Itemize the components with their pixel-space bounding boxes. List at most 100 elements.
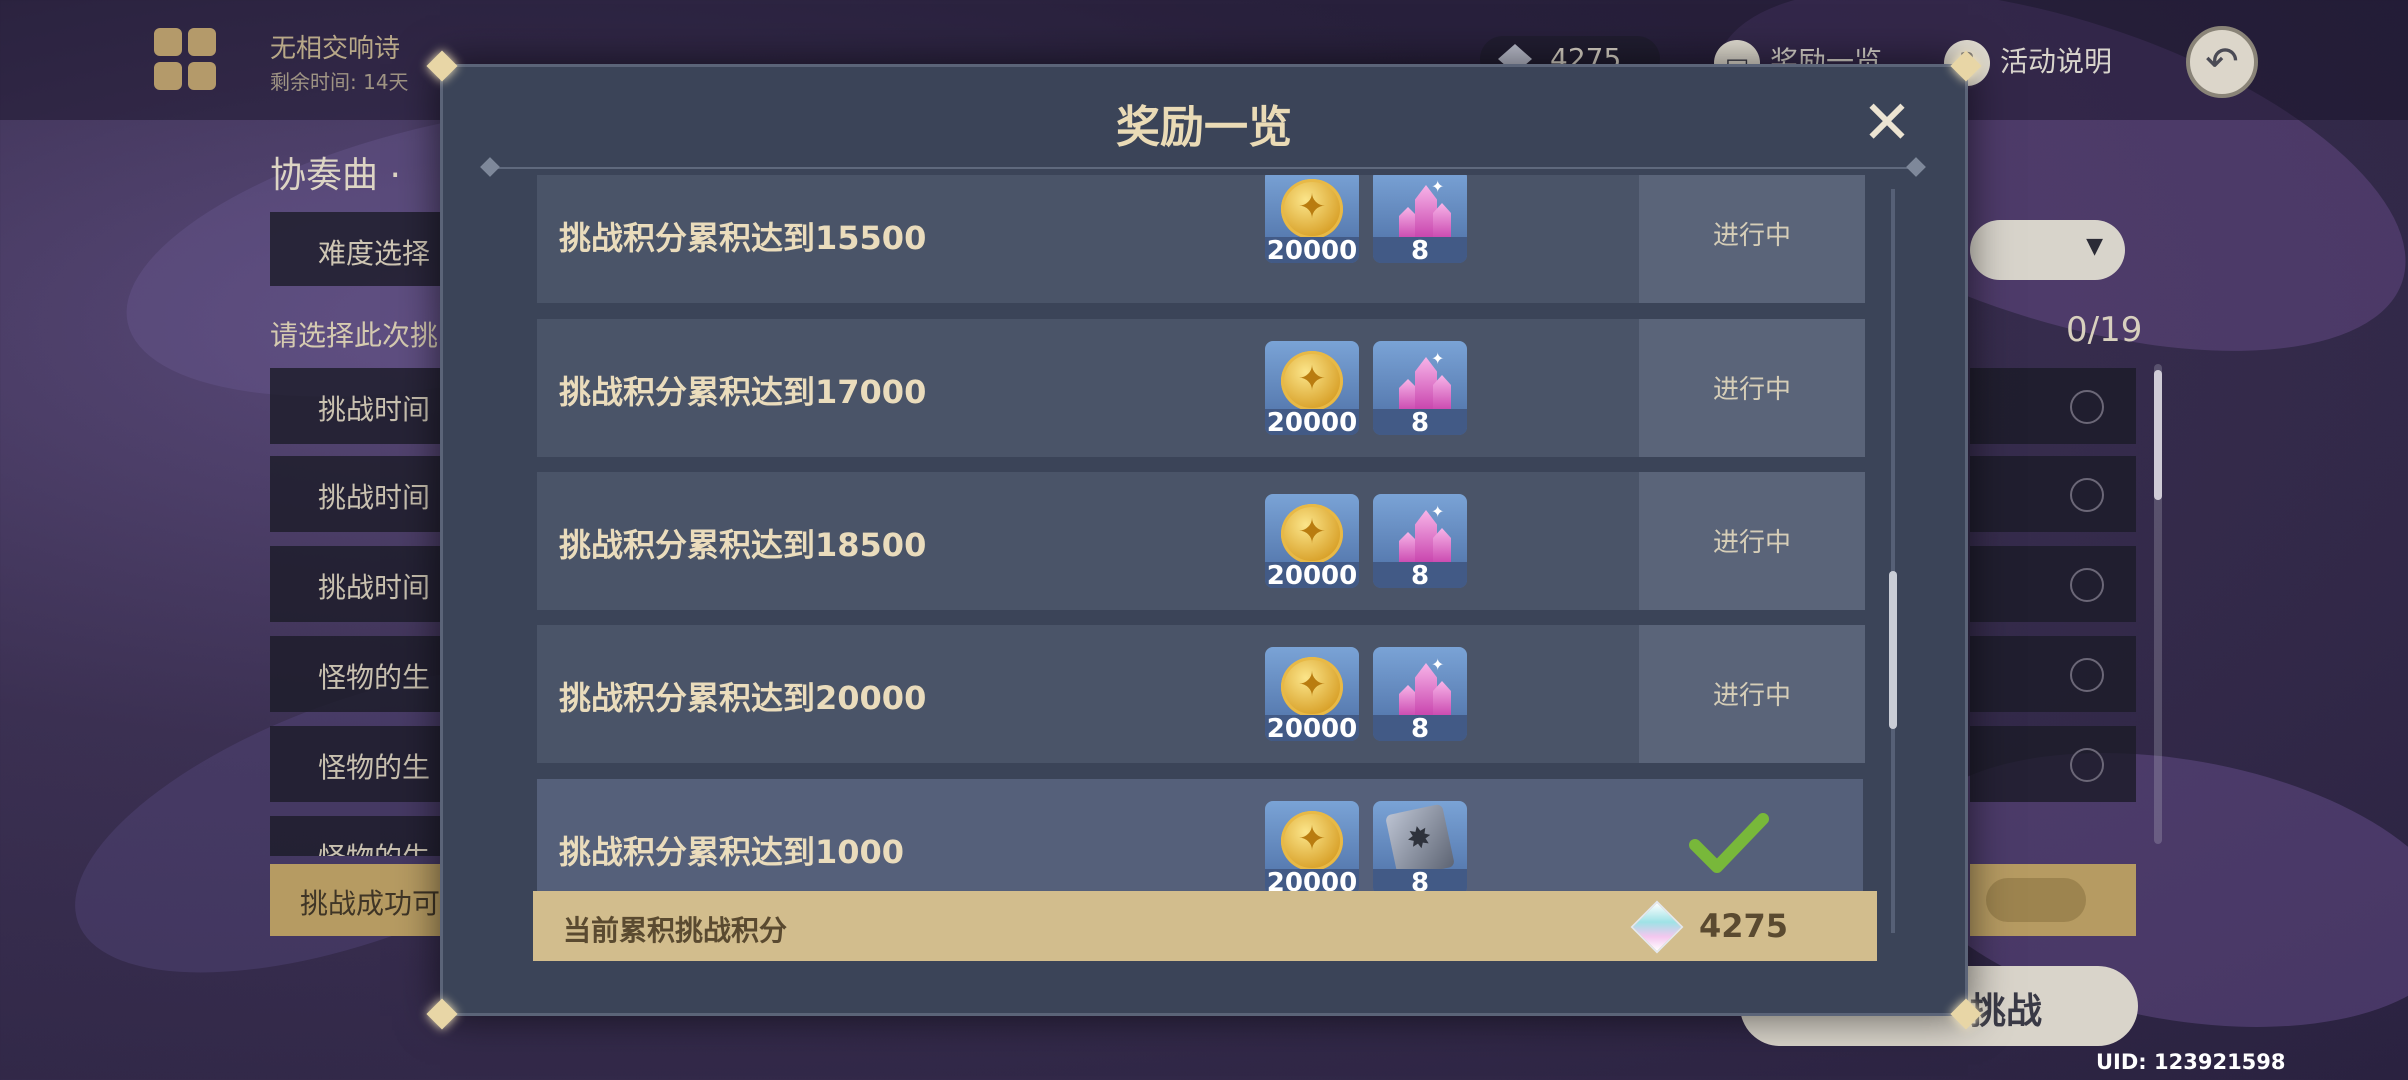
condition-toggle-row[interactable] — [1970, 456, 2136, 532]
conditions-scrollbar[interactable] — [2154, 364, 2162, 844]
reward-row: 挑战积分累积达到15500 20000 ✦ 8 进行中 — [537, 175, 1865, 303]
reward-item-crystal[interactable]: ✦ 8 — [1373, 341, 1467, 435]
stage-title: 协奏曲 · — [270, 155, 401, 196]
current-score-value: 4275 — [1699, 907, 1789, 945]
scrollbar-thumb[interactable] — [1889, 571, 1897, 729]
radio-icon — [2070, 390, 2104, 424]
event-remaining-time: 剩余时间: 14天 — [270, 70, 409, 94]
condition-row[interactable]: 挑战时间 — [270, 546, 450, 622]
corner-ornament — [1949, 997, 1983, 1031]
condition-row[interactable]: 挑战时间 — [270, 456, 450, 532]
status-text: 进行中 — [1712, 681, 1791, 711]
reward-requirement: 挑战积分累积达到1000 — [559, 833, 905, 871]
back-arrow-icon: ↶ — [2205, 39, 2239, 85]
reward-item-mora[interactable]: 20000 — [1265, 647, 1359, 741]
status-text: 进行中 — [1712, 221, 1791, 251]
reward-amount: 8 — [1373, 715, 1467, 741]
reward-requirement: 挑战积分累积达到15500 — [559, 219, 927, 257]
back-button[interactable]: ↶ — [2186, 26, 2258, 98]
reward-item-crystal[interactable]: ✦ 8 — [1373, 647, 1467, 741]
condition-label: 怪物的生 — [318, 836, 430, 856]
reward-item-mora[interactable]: 20000 — [1265, 494, 1359, 588]
radio-icon — [2070, 748, 2104, 782]
condition-toggle-row[interactable] — [1970, 368, 2136, 444]
success-progress — [1970, 864, 2136, 936]
success-label: 挑战成功可 — [300, 887, 441, 920]
reward-item-mora[interactable]: 20000 — [1265, 175, 1359, 263]
reward-list[interactable]: 挑战积分累积达到15500 20000 ✦ 8 进行中 挑战积分累积达到1700… — [537, 175, 1873, 931]
success-banner: 挑战成功可 — [270, 864, 450, 936]
uid-label: UID: 123921598 — [2096, 1050, 2286, 1074]
chevron-down-icon: ▼ — [2086, 234, 2103, 259]
reward-overview-dialog: 奖励一览 ✕ 挑战积分累积达到15500 20000 ✦ 8 进行中 挑战积分累… — [440, 64, 1968, 1016]
mora-coin-icon — [1281, 179, 1343, 239]
selected-count: 0/19 — [2066, 310, 2143, 350]
condition-label: 挑战时间 — [318, 393, 431, 426]
reward-item-mora[interactable]: 20000 — [1265, 341, 1359, 435]
condition-row[interactable]: 怪物的生 — [270, 636, 450, 712]
status-text: 进行中 — [1712, 528, 1791, 558]
corner-ornament — [425, 49, 459, 83]
reward-row: 挑战积分累积达到18500 20000 ✦ 8 进行中 — [537, 472, 1865, 610]
reward-item-mora[interactable]: 20000 — [1265, 801, 1359, 895]
corner-ornament — [1949, 49, 1983, 83]
reward-row: 挑战积分累积达到20000 20000 ✦ 8 进行中 — [537, 625, 1865, 763]
crystal-icon: ✦ — [1393, 349, 1453, 415]
condition-toggle-row[interactable] — [1970, 546, 2136, 622]
reward-requirement: 挑战积分累积达到18500 — [559, 526, 927, 564]
condition-row[interactable]: 挑战时间 — [270, 368, 450, 444]
current-score-label: 当前累积挑战积分 — [563, 914, 788, 947]
reward-amount: 8 — [1373, 562, 1467, 588]
condition-row[interactable]: 怪物的生 — [270, 816, 450, 856]
condition-row[interactable]: 怪物的生 — [270, 726, 450, 802]
reward-amount: 20000 — [1265, 714, 1359, 741]
event-logo-icon — [154, 28, 218, 92]
checkmark-icon — [1689, 813, 1769, 873]
title-divider — [493, 167, 1913, 169]
reward-amount: 8 — [1373, 409, 1467, 435]
crystal-icon: ✦ — [1393, 177, 1453, 243]
radio-icon — [2070, 658, 2104, 692]
mora-coin-icon — [1281, 657, 1343, 717]
dialog-title: 奖励一览 — [1116, 102, 1292, 153]
reward-item-crystal[interactable]: ✦ 8 — [1373, 175, 1467, 263]
event-title: 无相交响诗 — [270, 34, 401, 64]
status-badge: 进行中 — [1639, 319, 1865, 457]
radio-icon — [2070, 568, 2104, 602]
score-gem-icon — [1630, 900, 1684, 954]
crystal-icon: ✦ — [1393, 502, 1453, 568]
current-score-bar: 当前累积挑战积分 4275 — [533, 891, 1877, 961]
close-button[interactable]: ✕ — [1857, 93, 1917, 153]
mora-coin-icon — [1281, 351, 1343, 411]
reward-list-scrollbar[interactable] — [1889, 189, 1897, 933]
difficulty-select[interactable]: 难度选择 — [270, 212, 450, 286]
condition-label: 挑战时间 — [318, 571, 431, 604]
reward-requirement: 挑战积分累积达到17000 — [559, 373, 927, 411]
event-info-label: 活动说明 — [2000, 45, 2113, 78]
reward-amount: 20000 — [1265, 561, 1359, 588]
reward-row: 挑战积分累积达到17000 20000 ✦ 8 进行中 — [537, 319, 1865, 457]
radio-icon — [2070, 478, 2104, 512]
reward-item-book[interactable]: 8 — [1373, 801, 1467, 895]
difficulty-label: 难度选择 — [318, 237, 431, 270]
mora-coin-icon — [1281, 504, 1343, 564]
choose-prompt: 请选择此次挑 — [270, 319, 439, 352]
reward-requirement: 挑战积分累积达到20000 — [559, 679, 927, 717]
status-badge: 进行中 — [1639, 175, 1865, 303]
mora-coin-icon — [1281, 811, 1343, 871]
condition-label: 怪物的生 — [318, 661, 431, 694]
close-icon: ✕ — [1861, 88, 1913, 158]
scrollbar-thumb[interactable] — [2154, 370, 2162, 500]
condition-label: 怪物的生 — [318, 751, 431, 784]
corner-ornament — [425, 997, 459, 1031]
status-badge: 进行中 — [1639, 625, 1865, 763]
status-badge: 进行中 — [1639, 472, 1865, 610]
reward-item-crystal[interactable]: ✦ 8 — [1373, 494, 1467, 588]
right-dropdown[interactable]: ▼ — [1970, 220, 2125, 280]
status-text: 进行中 — [1712, 375, 1791, 405]
condition-toggle-row[interactable] — [1970, 726, 2136, 802]
reward-amount: 20000 — [1265, 408, 1359, 435]
reward-amount: 8 — [1373, 237, 1467, 263]
reward-amount: 20000 — [1265, 236, 1359, 263]
condition-toggle-row[interactable] — [1970, 636, 2136, 712]
